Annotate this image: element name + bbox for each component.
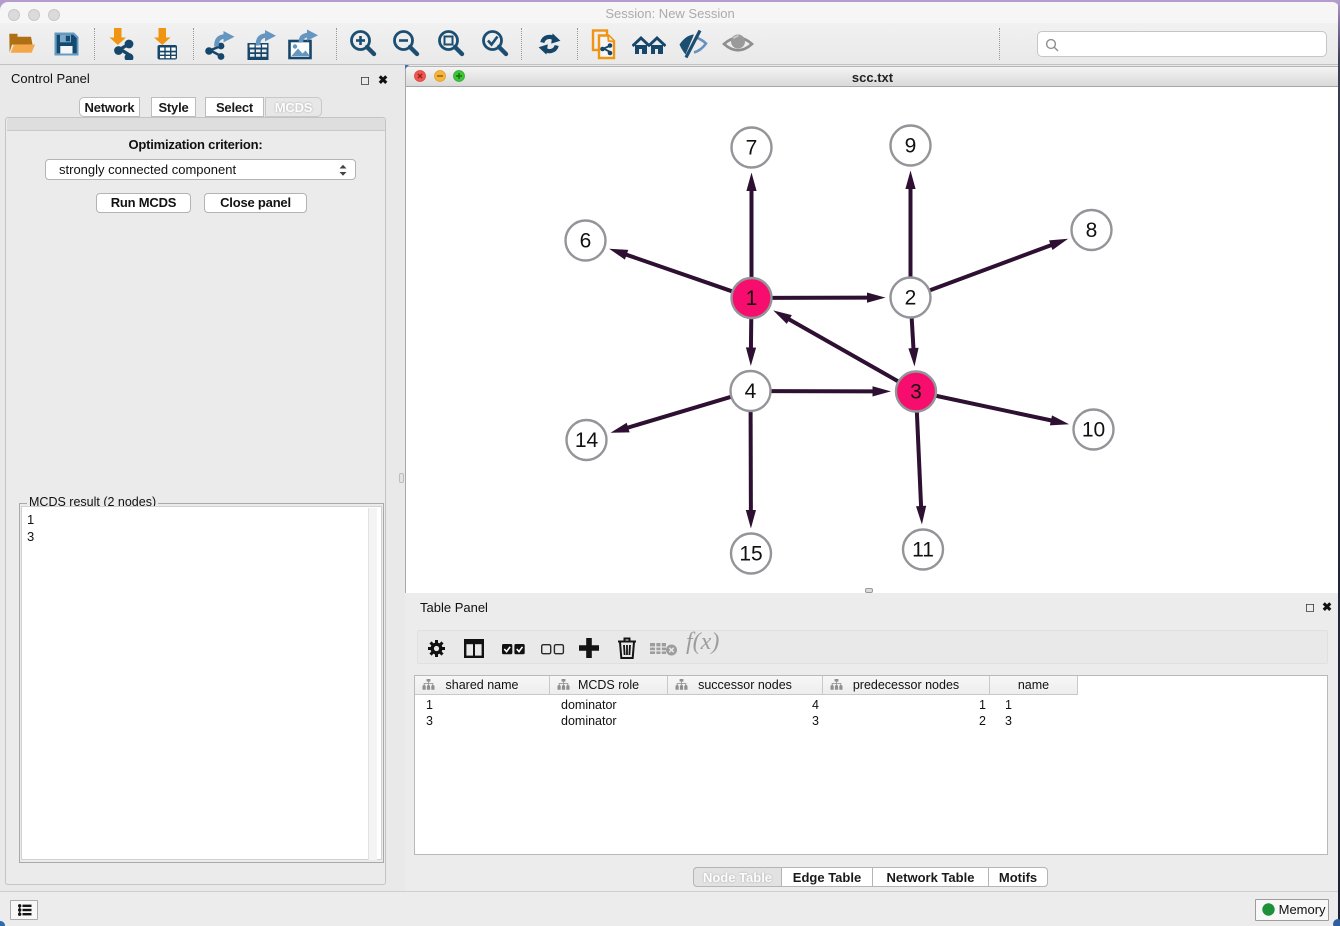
svg-text:3: 3 <box>910 381 922 404</box>
svg-text:9: 9 <box>905 135 917 158</box>
svg-text:4: 4 <box>745 380 757 403</box>
svg-text:6: 6 <box>580 230 592 253</box>
svg-text:14: 14 <box>575 429 599 452</box>
svg-text:11: 11 <box>912 539 934 562</box>
svg-text:15: 15 <box>739 543 762 566</box>
svg-text:7: 7 <box>746 137 758 160</box>
svg-text:1: 1 <box>746 287 758 310</box>
svg-text:2: 2 <box>905 287 917 310</box>
svg-text:8: 8 <box>1086 219 1098 242</box>
svg-text:10: 10 <box>1082 419 1105 442</box>
